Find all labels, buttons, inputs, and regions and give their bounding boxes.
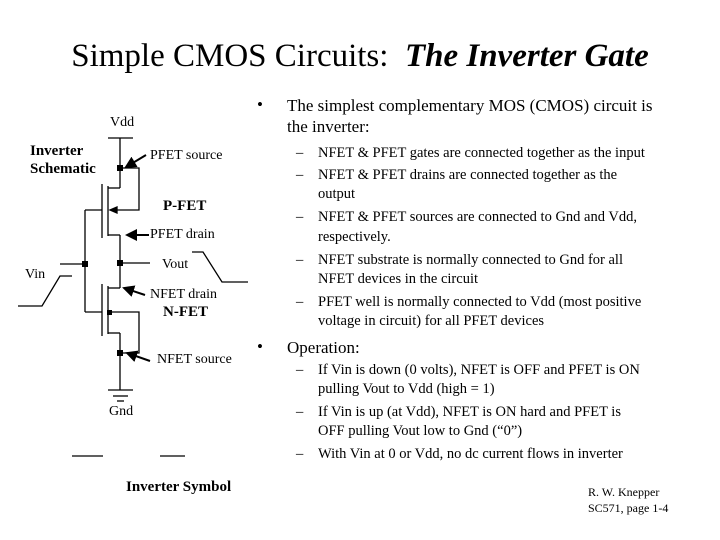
sub-item: PFET well is normally connected to Vdd (…	[318, 294, 642, 310]
vin-label: Vin	[25, 267, 46, 282]
sub-item-cont: voltage in circuit) for all PFET devices	[318, 313, 545, 329]
sub-item: NFET & PFET sources are connected to Gnd…	[318, 209, 637, 225]
vout-node	[117, 260, 123, 266]
bullet-marker: •	[257, 95, 263, 114]
vout-leader	[192, 251, 248, 283]
nfet-label: N-FET	[163, 304, 208, 320]
sub-marker: –	[296, 167, 304, 183]
sub-marker: –	[296, 209, 304, 225]
sub-marker: –	[296, 294, 304, 310]
nfet-drain-arrow	[122, 285, 146, 297]
sub-marker: –	[296, 252, 304, 268]
bullet-1-line-1: The simplest complementary MOS (CMOS) ci…	[287, 96, 653, 115]
sub-item: If Vin is up (at Vdd), NFET is ON hard a…	[318, 404, 621, 420]
sub-item-cont: pulling Vout to Vdd (high = 1)	[318, 381, 495, 397]
pfet-source-node	[117, 165, 123, 171]
pfet-source-label: PFET source	[150, 148, 223, 163]
schematic-heading-1: Inverter	[30, 143, 84, 159]
sub-item: NFET & PFET drains are connected togethe…	[318, 167, 618, 183]
sub-item: NFET substrate is normally connected to …	[318, 252, 623, 268]
sub-marker: –	[296, 446, 304, 462]
vdd-label: Vdd	[110, 115, 135, 130]
pfet-drain-label: PFET drain	[150, 227, 215, 242]
sub-item: If Vin is down (0 volts), NFET is OFF an…	[318, 362, 640, 378]
schematic-heading-2: Schematic	[30, 161, 96, 177]
bullet-2-line-1: Operation:	[287, 338, 360, 357]
sub-item: With Vin at 0 or Vdd, no dc current flow…	[318, 446, 623, 462]
nfet-drain-label: NFET drain	[150, 287, 218, 302]
sub-item-cont: respectively.	[318, 229, 391, 245]
bullet-1-line-2: the inverter:	[287, 117, 370, 136]
inverter-symbol-label: Inverter Symbol	[126, 479, 232, 495]
footer-author: R. W. Knepper	[588, 485, 660, 499]
sub-marker: –	[296, 145, 304, 161]
nfet-source-arrow	[125, 350, 151, 362]
footer-page: SC571, page 1-4	[588, 501, 669, 515]
nfet-source-node	[117, 350, 123, 356]
pfet-source-arrow	[124, 154, 147, 169]
pfet-label: P-FET	[163, 198, 207, 214]
nfet-body-node	[107, 310, 112, 315]
sub-marker: –	[296, 362, 304, 378]
pfet-body-strap	[112, 167, 140, 211]
sub-item-cont: OFF pulling Vout low to Gnd (“0”)	[318, 423, 523, 439]
bullet-marker: •	[257, 337, 263, 356]
nfet-source-label: NFET source	[157, 352, 232, 367]
vin-node	[82, 261, 88, 267]
sub-item-cont: output	[318, 186, 356, 202]
sub-marker: –	[296, 404, 304, 420]
pfet-body-arrow	[108, 206, 118, 214]
vout-label: Vout	[162, 257, 189, 272]
sub-item: NFET & PFET gates are connected together…	[318, 145, 645, 161]
gnd-label: Gnd	[109, 404, 134, 419]
sub-item-cont: NFET devices in the circuit	[318, 271, 478, 287]
